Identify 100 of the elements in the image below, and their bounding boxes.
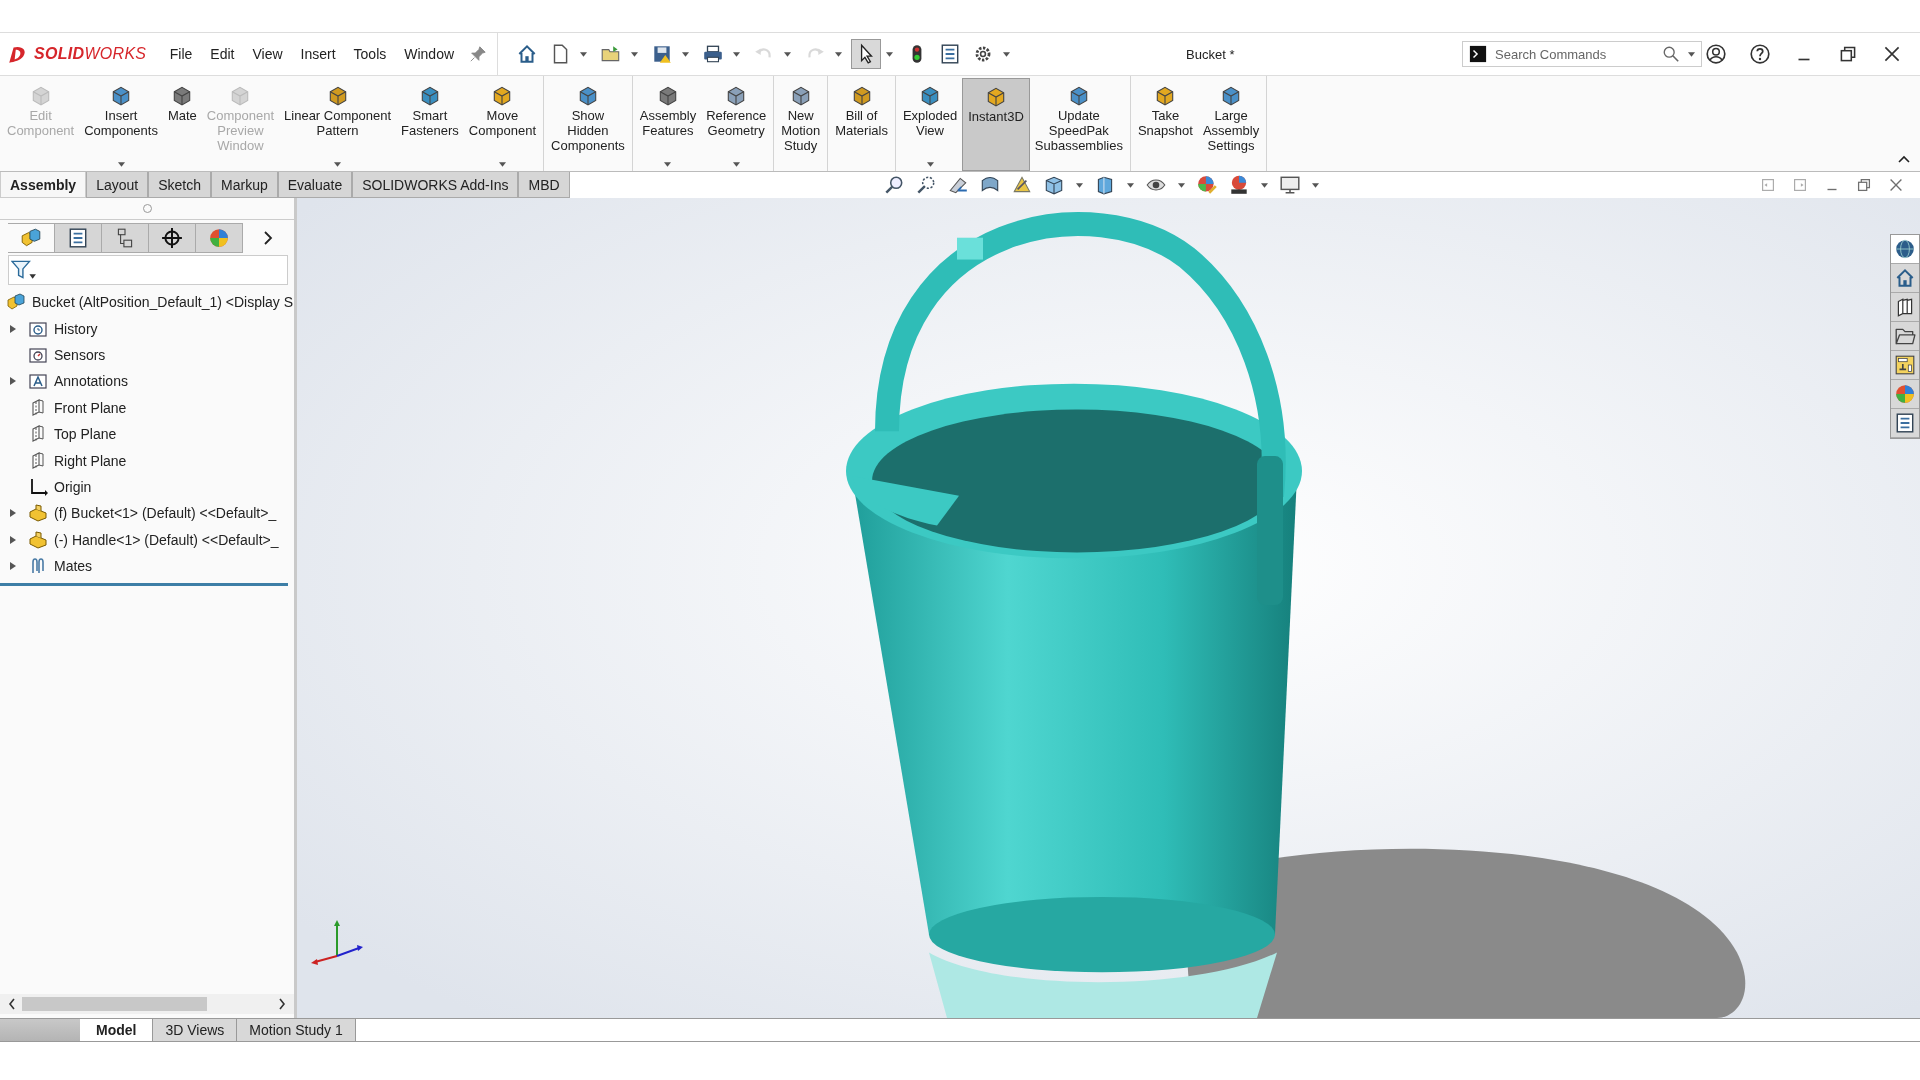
tree-item[interactable]: Right Plane — [54, 452, 127, 469]
ribbon-tab[interactable]: Markup — [211, 172, 278, 198]
ribbon-tab[interactable]: Assembly — [0, 172, 87, 198]
caret-icon[interactable] — [886, 51, 894, 57]
caret-icon[interactable] — [682, 51, 690, 57]
expand-arrow-icon[interactable] — [10, 535, 16, 544]
part-icon — [28, 503, 48, 524]
menu-item[interactable]: View — [245, 42, 290, 66]
ribbon-button[interactable]: Reference Geometry — [701, 78, 772, 171]
ribbon-tab[interactable]: Evaluate — [277, 172, 353, 198]
user-icon[interactable] — [1705, 43, 1727, 65]
menu-item[interactable]: Insert — [293, 42, 343, 66]
tree-item[interactable]: Bucket (AltPosition_Default_1) <Display S — [32, 294, 294, 311]
ribbon-button[interactable]: Large Assembly Settings — [1197, 78, 1265, 171]
caret-icon[interactable] — [1003, 51, 1011, 57]
expand-arrow-icon[interactable] — [10, 377, 16, 386]
ribbon-button[interactable]: Linear Component Pattern — [279, 78, 397, 171]
ribbon-tab[interactable]: Sketch — [148, 172, 211, 198]
tree-item[interactable]: (f) Bucket<1> (Default) <<Default>_ — [54, 505, 277, 522]
color-ball-tab[interactable] — [196, 223, 243, 253]
bottom-tab[interactable]: 3D Views — [153, 1019, 238, 1041]
caret-icon[interactable] — [733, 51, 741, 57]
chevron-right-icon[interactable] — [263, 231, 273, 245]
search-icon[interactable] — [1662, 45, 1680, 63]
globe-tab[interactable] — [1891, 235, 1919, 264]
scroll-right-icon[interactable] — [278, 998, 286, 1010]
menu-item[interactable]: Window — [397, 42, 462, 66]
help-icon[interactable] — [1749, 43, 1771, 65]
caret-icon[interactable] — [1075, 182, 1083, 188]
ribbon-button[interactable]: New Motion Study — [776, 78, 826, 171]
assembly-icon — [20, 227, 42, 249]
command-prompt-icon — [1469, 45, 1487, 63]
part-icon — [28, 529, 48, 550]
caret-icon[interactable] — [1260, 182, 1268, 188]
printer-icon[interactable] — [702, 43, 725, 65]
pin-icon[interactable] — [469, 45, 488, 63]
ribbon-tab[interactable]: SOLIDWORKS Add-Ins — [352, 172, 519, 198]
globe-icon — [1894, 238, 1916, 260]
tree-item[interactable]: (-) Handle<1> (Default) <<Default>_ — [54, 531, 279, 548]
ribbon-button[interactable]: Show Hidden Components — [546, 78, 630, 171]
filter-icon[interactable] — [11, 259, 37, 281]
collapse-icon[interactable] — [1898, 155, 1910, 163]
ribbon-button[interactable]: Bill of Materials — [830, 78, 893, 171]
tree-item[interactable]: Origin — [54, 478, 92, 495]
ribbon-button[interactable]: Insert Components — [79, 78, 163, 171]
tree-item[interactable]: Top Plane — [54, 426, 117, 443]
list-icon — [67, 227, 89, 249]
expand-arrow-icon[interactable] — [10, 509, 16, 518]
caret-icon[interactable] — [1311, 182, 1319, 188]
list-icon — [1894, 412, 1916, 434]
tree-item[interactable]: Annotations — [54, 373, 128, 390]
ribbon-tab[interactable]: Layout — [86, 172, 149, 198]
home-icon — [1894, 267, 1916, 289]
cube-icon — [919, 84, 941, 106]
ribbon-button[interactable]: Move Component — [463, 78, 542, 171]
view-palette-icon — [1894, 354, 1916, 376]
expand-arrow-icon[interactable] — [10, 562, 16, 571]
ribbon-button[interactable]: Instant3D — [962, 78, 1030, 171]
menu-item[interactable]: Edit — [203, 42, 242, 66]
tree-item[interactable]: Front Plane — [54, 399, 127, 416]
origin-icon — [28, 476, 48, 497]
ribbon-tab[interactable]: MBD — [518, 172, 570, 198]
tile-left-icon[interactable] — [1759, 176, 1777, 194]
search-input[interactable]: Search Commands — [1493, 45, 1656, 63]
ribbon-button[interactable]: Take Snapshot — [1132, 78, 1198, 171]
menu-item[interactable]: File — [162, 42, 200, 66]
bottom-tab[interactable]: Motion Study 1 — [237, 1019, 356, 1041]
solidworks-logo: SOLIDWORKS — [34, 45, 147, 63]
tree-item[interactable]: Sensors — [54, 346, 106, 363]
crosshair-tab[interactable] — [149, 223, 196, 253]
color-ball-icon — [1894, 383, 1916, 405]
ribbon-button[interactable]: Mate — [162, 78, 202, 171]
ribbon-button[interactable]: Update SpeedPak Subassemblies — [1029, 78, 1128, 171]
search-bar[interactable]: Search Commands — [1462, 41, 1702, 67]
filter-field[interactable] — [8, 255, 288, 285]
scroll-left-icon[interactable] — [8, 998, 16, 1010]
appearance-ball-icon[interactable] — [1195, 174, 1218, 196]
ribbon-button[interactable]: Exploded View — [897, 78, 963, 171]
caret-icon[interactable] — [631, 51, 639, 57]
document-title: Bucket * — [1186, 46, 1236, 62]
caret-icon[interactable] — [1688, 51, 1695, 57]
crosshair-icon — [161, 227, 183, 249]
annotation-folder-icon — [28, 371, 48, 392]
ribbon-button[interactable]: Smart Fasteners — [396, 78, 464, 171]
caret-icon[interactable] — [1177, 182, 1185, 188]
horizontal-scrollbar[interactable] — [0, 994, 294, 1014]
tile-right-icon[interactable] — [1791, 176, 1809, 194]
menu-item[interactable]: Tools — [346, 42, 394, 66]
monitor-icon[interactable] — [1278, 174, 1301, 196]
caret-icon[interactable] — [580, 51, 588, 57]
expand-arrow-icon[interactable] — [10, 324, 16, 333]
floppy-disk-icon[interactable] — [651, 43, 674, 65]
configuration-tree-tab[interactable] — [102, 223, 149, 253]
ribbon-button[interactable]: Assembly Features — [634, 78, 702, 171]
caret-icon[interactable] — [1126, 182, 1134, 188]
list-tab[interactable] — [55, 223, 102, 253]
assembly-tab[interactable] — [8, 223, 55, 253]
tree-item[interactable]: Mates — [54, 558, 93, 575]
color-ball-icon — [208, 227, 230, 249]
tree-item[interactable]: History — [54, 320, 98, 337]
